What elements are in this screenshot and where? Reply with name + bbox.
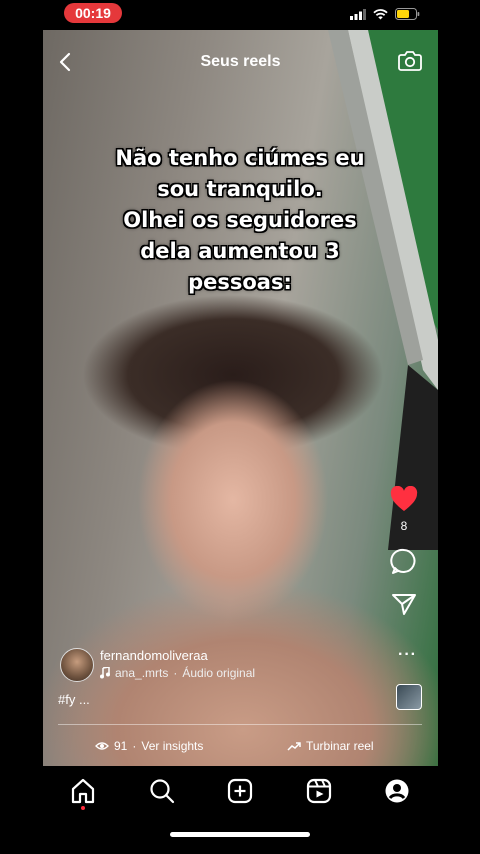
boost-label: Turbinar reel <box>306 739 374 753</box>
audio-thumbnail[interactable] <box>396 684 422 710</box>
status-bar: 00:19 <box>0 0 480 30</box>
avatar[interactable] <box>60 648 94 682</box>
page-title: Seus reels <box>200 53 281 70</box>
author-username[interactable]: fernandomoliveraa <box>100 648 208 663</box>
reel-actions: 8 <box>388 485 420 621</box>
home-indicator <box>170 832 310 837</box>
boost-icon <box>287 742 301 751</box>
wifi-icon <box>373 8 388 19</box>
more-icon[interactable]: ··· <box>398 646 417 664</box>
cellular-signal-icon <box>350 8 366 20</box>
eye-icon <box>95 742 109 750</box>
insights-label: Ver insights <box>141 739 204 753</box>
profile-icon[interactable] <box>384 778 410 804</box>
battery-icon <box>395 8 420 20</box>
audio-author: ana_.mrts <box>115 666 169 680</box>
heart-icon[interactable] <box>390 485 418 512</box>
create-icon[interactable] <box>227 778 253 804</box>
reel-caption[interactable]: #fy ... <box>58 692 90 707</box>
boost-reel-button[interactable]: Turbinar reel <box>287 739 374 753</box>
audio-info[interactable]: ana_.mrts · Áudio original <box>100 666 255 680</box>
audio-title: Áudio original <box>182 666 256 680</box>
search-icon[interactable] <box>149 778 175 804</box>
views-separator: · <box>132 739 137 753</box>
divider <box>58 724 422 725</box>
home-icon[interactable] <box>70 778 96 804</box>
home-notification-dot <box>81 806 85 810</box>
camera-icon[interactable] <box>398 50 422 72</box>
like-count[interactable]: 8 <box>388 519 420 533</box>
bottom-tab-bar <box>43 766 438 816</box>
status-time: 00:19 <box>64 3 122 23</box>
comment-icon[interactable] <box>390 547 418 575</box>
status-icons <box>350 8 420 20</box>
audio-separator: · <box>173 666 178 680</box>
reels-icon[interactable] <box>306 778 332 804</box>
share-icon[interactable] <box>391 592 417 616</box>
author-row: fernandomoliveraa ana_.mrts · Áudio orig… <box>60 646 425 686</box>
view-insights-button[interactable]: 91 · Ver insights <box>95 739 203 753</box>
reel-overlay-text: Não tenho ciúmes eu sou tranquilo. Olhei… <box>115 146 365 294</box>
view-count: 91 <box>114 739 128 753</box>
music-note-icon <box>100 667 110 679</box>
top-navigation: Seus reels <box>43 46 438 76</box>
